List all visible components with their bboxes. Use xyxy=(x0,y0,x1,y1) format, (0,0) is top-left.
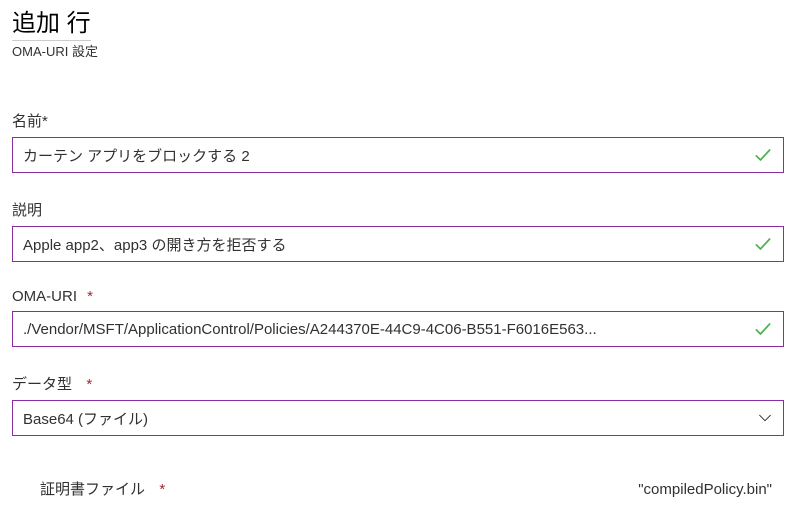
cert-file-label-text: 証明書ファイル xyxy=(40,481,145,498)
data-type-value: Base64 (ファイル) xyxy=(23,408,757,429)
required-star: * xyxy=(42,113,48,130)
field-oma-uri: OMA-URI * xyxy=(12,288,784,347)
required-star: * xyxy=(87,288,93,305)
data-type-select[interactable]: Base64 (ファイル) xyxy=(12,400,784,436)
check-icon xyxy=(753,319,773,339)
chevron-down-icon xyxy=(757,410,773,426)
field-description: 説明 xyxy=(12,199,784,262)
description-label: 説明 xyxy=(12,199,784,220)
data-type-label: データ型 * xyxy=(12,373,784,394)
description-input-wrapper[interactable] xyxy=(12,226,784,262)
check-icon xyxy=(753,145,773,165)
page-header: 追加 行 OMA-URI 設定 xyxy=(12,8,784,60)
field-cert-file: 証明書ファイル * "compiledPolicy.bin" xyxy=(12,478,784,499)
page-title: 追加 行 xyxy=(12,8,91,41)
name-label-text: 名前 xyxy=(12,113,42,130)
cert-file-name: "compiledPolicy.bin" xyxy=(638,481,772,498)
required-star: * xyxy=(86,376,92,393)
oma-uri-label-text: OMA-URI xyxy=(12,288,77,305)
page-subtitle: OMA-URI 設定 xyxy=(12,41,784,60)
cert-file-label: 証明書ファイル * xyxy=(40,478,165,499)
field-name: 名前* xyxy=(12,110,784,173)
oma-uri-input[interactable] xyxy=(23,321,745,338)
field-data-type: データ型 * Base64 (ファイル) xyxy=(12,373,784,436)
oma-uri-label: OMA-URI * xyxy=(12,288,784,305)
description-label-text: 説明 xyxy=(12,202,42,219)
required-star: * xyxy=(159,481,165,498)
description-input[interactable] xyxy=(23,236,745,253)
name-input-wrapper[interactable] xyxy=(12,137,784,173)
name-label: 名前* xyxy=(12,110,784,131)
data-type-label-text: データ型 xyxy=(12,376,72,393)
check-icon xyxy=(753,234,773,254)
oma-uri-input-wrapper[interactable] xyxy=(12,311,784,347)
name-input[interactable] xyxy=(23,147,745,164)
